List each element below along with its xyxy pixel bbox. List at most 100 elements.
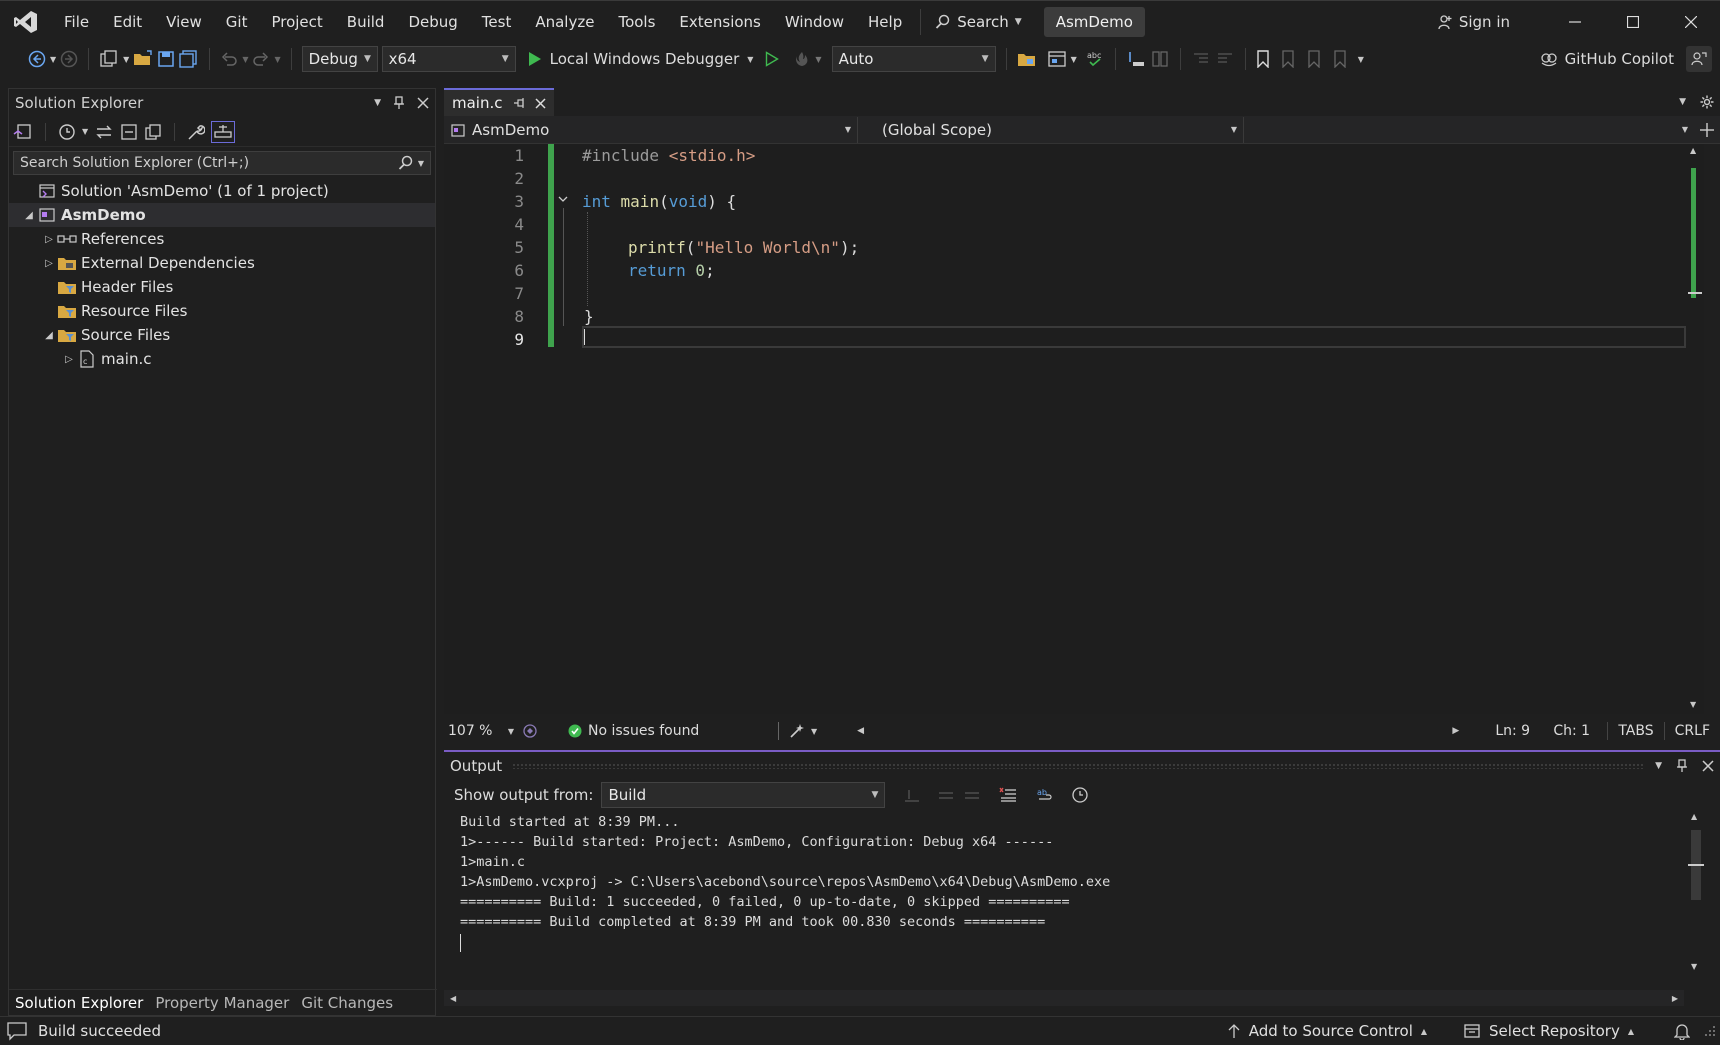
pane-layout-icon[interactable] xyxy=(1047,50,1067,68)
hscroll-right-icon[interactable]: ▶ xyxy=(1452,726,1459,736)
dropdown-caret-icon[interactable]: ▼ xyxy=(123,55,129,64)
code-cleanup-icon[interactable] xyxy=(789,723,807,739)
scroll-right-arrow-icon[interactable]: ▶ xyxy=(1672,994,1678,1003)
dropdown-caret-icon[interactable]: ▼ xyxy=(82,127,88,136)
toolbar-overflow-icon[interactable]: ▼ xyxy=(1358,55,1364,64)
navigate-forward-icon[interactable] xyxy=(60,50,78,68)
start-debugging-button[interactable]: Local Windows Debugger ▼ xyxy=(528,50,753,68)
close-tab-icon[interactable] xyxy=(534,97,546,109)
menu-view[interactable]: View xyxy=(154,1,214,43)
project-scope-combo[interactable]: AsmDemo ▼ xyxy=(444,116,858,143)
search-options-caret-icon[interactable]: ▼ xyxy=(418,159,424,168)
pin-icon[interactable] xyxy=(1676,759,1688,773)
menu-extensions[interactable]: Extensions xyxy=(667,1,772,43)
visual-studio-logo-icon[interactable] xyxy=(0,1,52,43)
code-editor[interactable]: 123456789 #include <stdio.h> int main(vo… xyxy=(444,144,1702,714)
tree-expanded-icon[interactable]: ◢ xyxy=(41,330,57,341)
editor-vertical-scrollbar[interactable]: ▲ ▼ xyxy=(1686,144,1704,714)
tab-list-caret-icon[interactable]: ▼ xyxy=(1679,97,1686,107)
scroll-down-arrow-icon[interactable]: ▼ xyxy=(1690,700,1696,709)
scroll-down-arrow-icon[interactable]: ▼ xyxy=(1691,962,1697,971)
spell-check-icon[interactable]: abc xyxy=(1085,50,1105,68)
open-folder-icon[interactable] xyxy=(133,50,153,68)
step-over-icon[interactable] xyxy=(1150,50,1170,68)
clear-all-icon[interactable] xyxy=(999,787,1017,803)
close-icon[interactable] xyxy=(1702,760,1714,772)
hot-reload-icon[interactable] xyxy=(793,50,811,68)
menu-build[interactable]: Build xyxy=(335,1,397,43)
menu-git[interactable]: Git xyxy=(214,1,260,43)
redo-icon[interactable] xyxy=(252,50,270,68)
save-all-icon[interactable] xyxy=(179,50,199,68)
tree-item[interactable]: ◢ AsmDemo xyxy=(9,203,435,227)
tab-property-manager[interactable]: Property Manager xyxy=(149,990,295,1016)
dropdown-caret-icon[interactable]: ▼ xyxy=(50,55,56,64)
switch-views-icon[interactable] xyxy=(13,123,33,141)
project-name-badge[interactable]: AsmDemo xyxy=(1043,6,1145,37)
member-scope-combo[interactable]: ▼ xyxy=(1244,117,1694,143)
scroll-up-arrow-icon[interactable]: ▲ xyxy=(1691,812,1697,821)
start-without-debugging-icon[interactable] xyxy=(765,51,780,67)
tree-item[interactable]: ▷ References xyxy=(9,227,435,251)
menu-file[interactable]: File xyxy=(52,1,101,43)
scroll-left-arrow-icon[interactable]: ◀ xyxy=(450,994,456,1003)
resize-grip-icon[interactable] xyxy=(1704,1025,1716,1037)
clear-bookmarks-icon[interactable] xyxy=(1332,50,1348,68)
sync-with-document-icon[interactable] xyxy=(94,123,114,141)
tree-item[interactable]: Header Files xyxy=(9,275,435,299)
step-into-icon[interactable] xyxy=(1126,50,1146,68)
message-icon[interactable] xyxy=(6,1021,28,1041)
collapse-all-icon[interactable] xyxy=(120,123,138,141)
split-editor-icon[interactable] xyxy=(1694,122,1720,137)
menu-window[interactable]: Window xyxy=(773,1,856,43)
tree-item[interactable]: ◢ Source Files xyxy=(9,323,435,347)
prev-message-icon[interactable] xyxy=(937,787,955,803)
search-box[interactable]: Search ▼ xyxy=(927,7,1029,37)
indent-icon[interactable] xyxy=(1215,50,1235,68)
properties-wrench-icon[interactable] xyxy=(187,123,206,141)
minimize-icon[interactable] xyxy=(1546,1,1604,43)
tab-git-changes[interactable]: Git Changes xyxy=(295,990,399,1016)
preview-selected-items-icon[interactable] xyxy=(211,120,236,143)
solution-platform-combo[interactable]: x64 ▼ xyxy=(381,46,516,72)
hscroll-left-icon[interactable]: ◀ xyxy=(857,726,864,736)
menu-project[interactable]: Project xyxy=(259,1,334,43)
prev-bookmark-icon[interactable] xyxy=(1280,50,1296,68)
tree-expanded-icon[interactable]: ◢ xyxy=(21,210,37,221)
pin-tab-icon[interactable] xyxy=(513,97,525,109)
select-repository-button[interactable]: Select Repository ▲ xyxy=(1463,1022,1634,1040)
navigate-back-icon[interactable] xyxy=(28,50,46,68)
next-bookmark-icon[interactable] xyxy=(1306,50,1322,68)
maximize-icon[interactable] xyxy=(1604,1,1662,43)
tabs-mode-indicator[interactable]: TABS xyxy=(1608,723,1663,739)
gear-icon[interactable] xyxy=(1700,95,1714,109)
scrollbar-thumb[interactable] xyxy=(1688,864,1704,866)
github-copilot-button[interactable]: GitHub Copilot xyxy=(1539,50,1674,68)
dropdown-caret-icon[interactable]: ▼ xyxy=(274,55,280,64)
output-horizontal-scrollbar[interactable]: ◀ ▶ xyxy=(444,990,1684,1006)
tree-item[interactable]: ▷ External Dependencies xyxy=(9,251,435,275)
search-icon[interactable] xyxy=(398,155,414,171)
dropdown-caret-icon[interactable]: ▼ xyxy=(815,55,821,64)
menu-test[interactable]: Test xyxy=(470,1,524,43)
window-menu-icon[interactable]: ▼ xyxy=(1655,761,1662,771)
window-menu-icon[interactable]: ▼ xyxy=(374,98,381,108)
menu-edit[interactable]: Edit xyxy=(101,1,154,43)
next-message-icon[interactable] xyxy=(963,787,981,803)
save-icon[interactable] xyxy=(157,50,175,68)
solution-explorer-search-input[interactable]: Search Solution Explorer (Ctrl+;) ▼ xyxy=(13,151,431,175)
auto-combo[interactable]: Auto ▼ xyxy=(831,46,996,72)
sign-in-button[interactable]: Sign in xyxy=(1437,13,1510,31)
close-window-icon[interactable] xyxy=(1662,1,1720,43)
tree-collapsed-icon[interactable]: ▷ xyxy=(41,234,57,245)
tree-item[interactable]: Resource Files xyxy=(9,299,435,323)
undo-icon[interactable] xyxy=(220,50,238,68)
add-to-source-control-button[interactable]: Add to Source Control ▲ xyxy=(1227,1022,1427,1040)
menu-tools[interactable]: Tools xyxy=(606,1,667,43)
chevron-down-icon[interactable]: ▼ xyxy=(811,727,817,736)
issues-indicator[interactable]: No issues found xyxy=(568,723,768,739)
dropdown-caret-icon[interactable]: ▼ xyxy=(1071,55,1077,64)
zoom-combo[interactable]: 107 % ▼ xyxy=(444,723,514,739)
menu-debug[interactable]: Debug xyxy=(396,1,469,43)
notifications-bell-icon[interactable] xyxy=(1674,1022,1690,1040)
